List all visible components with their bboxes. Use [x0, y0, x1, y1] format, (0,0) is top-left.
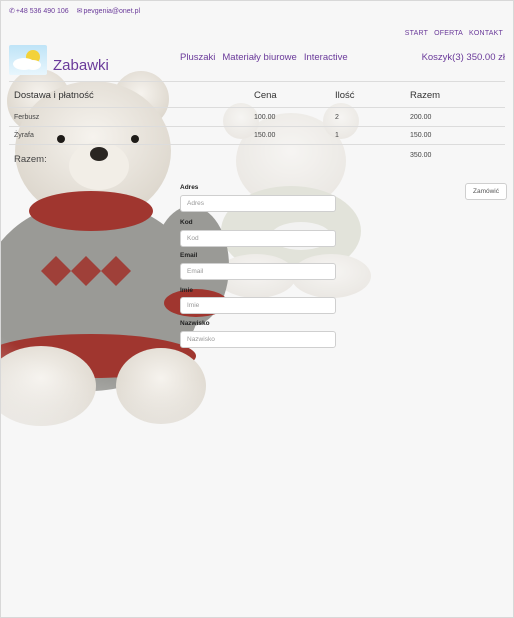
email-field[interactable] [180, 263, 336, 280]
top-nav-start[interactable]: START [405, 30, 428, 37]
nav-materialy-biurowe[interactable]: Materiały biurowe [222, 52, 296, 63]
total-value: 350.00 [410, 152, 432, 159]
phone-number: +48 536 490 106 [15, 7, 69, 15]
top-nav-oferta[interactable]: OFERTA [434, 30, 463, 37]
mail-icon: ✉ [76, 8, 83, 15]
divider [9, 144, 505, 145]
last-name-field[interactable] [180, 331, 336, 348]
email-contact[interactable]: ✉ pevgenia@onet.pl [76, 7, 141, 16]
row-2-quantity: 1 [335, 132, 339, 139]
top-nav-kontakt[interactable]: KONTAKT [469, 30, 503, 37]
total-label: Razem: [14, 154, 47, 165]
top-nav: START OFERTA KONTAKT [405, 30, 503, 37]
row-2-total: 150.00 [410, 132, 432, 139]
divider [9, 126, 505, 127]
brand-name[interactable]: Zabawki [53, 57, 109, 74]
address-field[interactable] [180, 195, 336, 212]
row-1-quantity: 2 [335, 114, 339, 121]
postal-code-label: Kod [180, 219, 193, 226]
first-name-field[interactable] [180, 297, 336, 314]
nav-interactive[interactable]: Interactive [304, 52, 348, 63]
contact-bar: ✆ +48 536 490 106 ✉ pevgenia@onet.pl [9, 7, 141, 16]
main-nav: Pluszaki Materiały biurowe Interactive [180, 52, 348, 63]
order-button[interactable]: Zamówić [465, 183, 507, 200]
last-name-label: Nazwisko [180, 320, 210, 327]
divider [9, 81, 505, 82]
email-address: pevgenia@onet.pl [83, 7, 141, 15]
row-2-product: Żyrafa [14, 132, 34, 139]
column-header-price: Cena [254, 90, 277, 101]
row-1-product: Ferbusz [14, 114, 40, 121]
page-frame: ✆ +48 536 490 106 ✉ pevgenia@onet.pl STA… [0, 0, 514, 618]
column-header-delivery: Dostawa i płatność [14, 90, 94, 101]
row-2-price: 150.00 [254, 132, 276, 139]
phone-contact[interactable]: ✆ +48 536 490 106 [9, 7, 69, 16]
postal-code-field[interactable] [180, 230, 336, 247]
logo-sun-cloud-icon [13, 50, 41, 70]
logo[interactable] [9, 45, 47, 75]
divider [9, 107, 505, 108]
first-name-label: Imie [180, 287, 194, 294]
column-header-quantity: Ilość [335, 90, 355, 101]
phone-icon: ✆ [9, 8, 15, 15]
column-header-total: Razem [410, 90, 441, 101]
row-1-total: 200.00 [410, 114, 432, 121]
address-label: Adres [180, 184, 199, 191]
email-label: Email [180, 252, 198, 259]
cart-summary[interactable]: Koszyk(3) 350.00 zł [422, 52, 505, 63]
nav-pluszaki[interactable]: Pluszaki [180, 52, 215, 63]
row-1-price: 100.00 [254, 114, 276, 121]
